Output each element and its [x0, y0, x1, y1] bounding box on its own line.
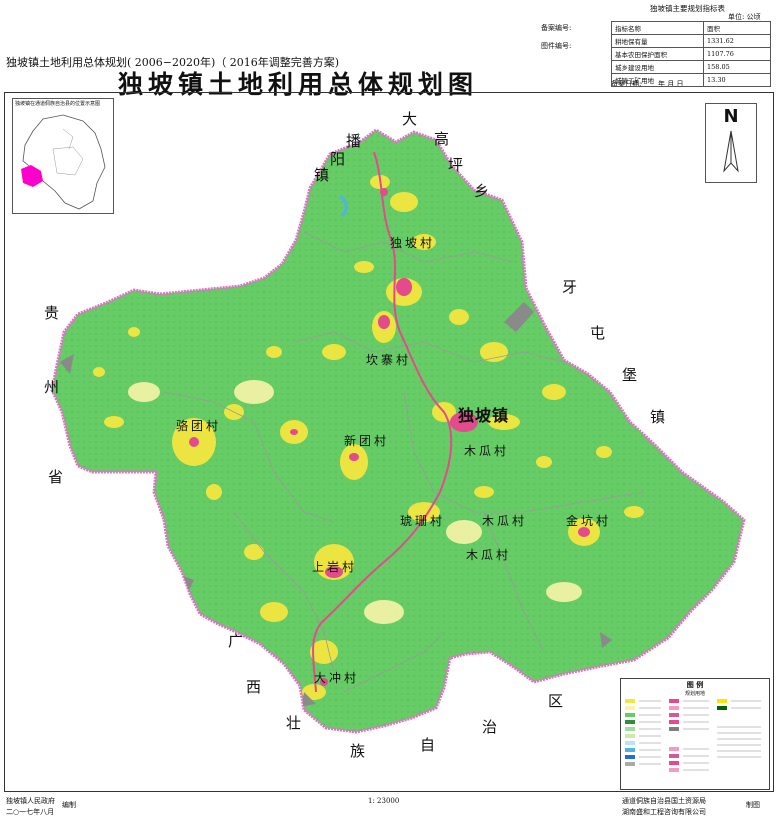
- neighbor-ya: 牙: [562, 278, 578, 296]
- table-row: 指标名称 面积: [611, 21, 771, 35]
- footer-date: 二○一七年八月: [6, 808, 55, 816]
- table-cell: 1107.76: [703, 47, 771, 61]
- table-cell: 13.30: [703, 73, 771, 87]
- table-row: 基本农田保护面积 1107.76: [611, 47, 771, 61]
- footer-bureau: 通道侗族自治县国土资源局: [622, 797, 706, 805]
- neighbor-qu: 区: [548, 692, 564, 710]
- neighbor-gao: 高: [434, 130, 450, 148]
- table-cell: 城镇工矿用地: [611, 73, 704, 87]
- table-cell: 基本农田保护面积: [611, 47, 704, 61]
- neighbor-tun: 屯: [590, 324, 606, 342]
- footer-compile: 编制: [62, 801, 76, 809]
- footer-gov: 独坡镇人民政府: [6, 797, 55, 805]
- inset-map: 独坡镇在通道侗族自治县的位置示意图: [12, 98, 114, 214]
- neighbor-guang: 广: [228, 632, 244, 650]
- label-town-seat: 独坡镇: [458, 406, 510, 425]
- footer-company: 湖南盛和工程咨询有限公司: [622, 808, 706, 816]
- neighbor-zhou: 州: [44, 378, 60, 396]
- neighbor-ping: 坪: [448, 156, 464, 174]
- table-row: 城乡建设用地 158.05: [611, 60, 771, 74]
- neighbor-bo: 播: [346, 132, 362, 150]
- index-table: 指标名称 面积 耕地保有量 1331.62 基本农田保护面积 1107.76 城…: [611, 21, 771, 87]
- neighbor-zhuang: 壮: [286, 714, 302, 732]
- label-kanzhai: 坎寨村: [366, 353, 412, 367]
- footer-draw: 制图: [746, 801, 760, 809]
- north-arrow-icon: [723, 130, 739, 173]
- neighbor-sheng: 省: [48, 468, 64, 486]
- table-cell: 城乡建设用地: [611, 60, 704, 74]
- neighbor-zu: 族: [350, 742, 366, 760]
- neighbor-yang: 阳: [330, 150, 346, 168]
- legend-swatches: [625, 699, 761, 772]
- index-table-title: 独坡镇主要规划指标表: [650, 4, 725, 13]
- table-row: 耕地保有量 1331.62: [611, 34, 771, 48]
- legend: 图 例 规划用地: [620, 678, 770, 790]
- north-arrow: N: [705, 103, 757, 183]
- label-muguan-3: 木瓜村: [466, 548, 512, 562]
- table-cell: 耕地保有量: [611, 34, 704, 48]
- inset-caption: 独坡镇在通道侗族自治县的位置示意图: [15, 101, 101, 107]
- neighbor-da: 大: [402, 110, 418, 128]
- label-hengling: 琥珊村: [400, 514, 446, 528]
- neighbor-zhen1: 镇: [314, 166, 330, 184]
- neighbor-zhi: 治: [482, 718, 498, 736]
- neighbor-xiang: 乡: [474, 182, 490, 200]
- label-jinkeng: 金坑村: [566, 514, 612, 528]
- table-head-cell: 面积: [703, 21, 771, 35]
- label-gutuan: 骆团村: [176, 419, 222, 433]
- label-xintuan: 新团村: [344, 434, 390, 448]
- label-dachong: 大冲村: [314, 671, 360, 685]
- table-cell: 158.05: [703, 60, 771, 74]
- legend-title: 图 例: [686, 680, 704, 689]
- label-dupo-village: 独坡村: [390, 236, 436, 250]
- drawing-no-label: 图件编号:: [541, 42, 572, 50]
- record-no-label: 备案编号:: [541, 24, 572, 32]
- table-cell: 1331.62: [703, 34, 771, 48]
- neighbor-zi: 自: [420, 736, 436, 754]
- neighbor-zhen2: 镇: [650, 408, 666, 426]
- neighbor-bao: 堡: [622, 366, 638, 384]
- neighbor-xi: 西: [246, 678, 262, 696]
- label-muguan-2: 木瓜村: [482, 514, 528, 528]
- inset-svg: [21, 114, 106, 210]
- north-letter: N: [723, 106, 739, 127]
- legend-subtitle: 规划用地: [684, 691, 705, 697]
- table-row: 城镇工矿用地 13.30: [611, 73, 771, 87]
- footer-scale: 1: 23000: [368, 797, 400, 805]
- table-head-cell: 指标名称: [611, 21, 704, 35]
- label-shangyan: 上岩村: [312, 560, 358, 574]
- neighbor-gui: 贵: [44, 304, 60, 322]
- label-muguan-1: 木瓜村: [464, 444, 510, 458]
- township-boundary: [50, 128, 746, 734]
